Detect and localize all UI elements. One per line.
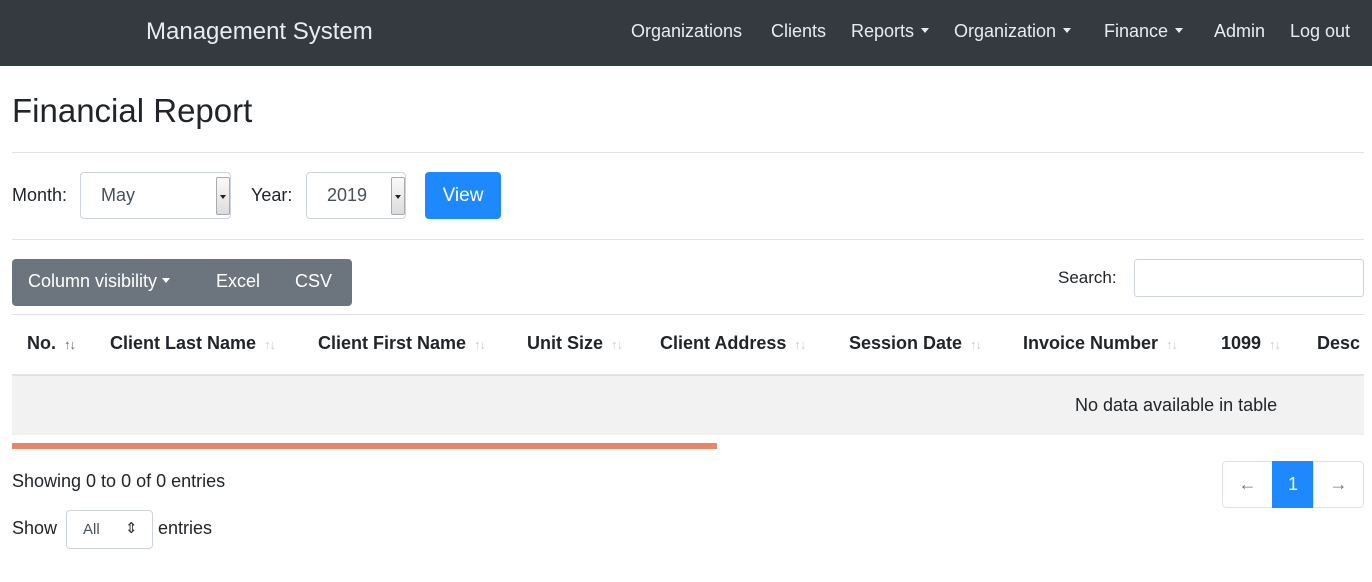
column-header-desc[interactable]: Desc <box>1317 333 1360 354</box>
page-title: Financial Report <box>12 92 253 129</box>
nav-item-organizations[interactable]: Organizations <box>631 21 742 42</box>
up-down-arrows-icon: ⇕ <box>125 520 138 537</box>
caret-down-icon <box>162 278 171 283</box>
export-button-group: Column visibility Excel CSV <box>12 259 352 306</box>
sort-icon: ↑↓ <box>1269 337 1281 352</box>
column-header-unit-size[interactable]: Unit Size ↑↓ <box>527 333 623 354</box>
select-arrow-icon <box>391 177 405 215</box>
sort-icon: ↑↓ <box>794 337 806 352</box>
month-select-value: May <box>101 185 136 205</box>
year-select-value: 2019 <box>327 185 368 205</box>
caret-down-icon <box>921 28 930 33</box>
entries-length-value: All <box>83 521 100 538</box>
table-header: No. ↑↓ Client Last Name ↑↓ Client First Na… <box>12 314 1364 376</box>
pagination-prev-button[interactable]: ← <box>1222 461 1273 508</box>
pagination-page-1-button[interactable]: 1 <box>1272 461 1314 508</box>
pagination-next-button[interactable]: → <box>1313 461 1364 508</box>
nav-item-label: Organization <box>954 21 1057 41</box>
search-input[interactable] <box>1134 259 1364 297</box>
length-suffix-label: entries <box>158 518 213 538</box>
column-header-label: Client Last Name <box>110 333 257 353</box>
length-prefix-label: Show <box>12 518 58 538</box>
column-visibility-label: Column visibility <box>28 271 158 291</box>
excel-button[interactable]: Excel <box>216 271 260 292</box>
empty-table-message: No data available in table <box>1075 395 1278 415</box>
entries-length-select[interactable]: All ⇕ <box>66 510 153 549</box>
nav-item-label: Finance <box>1104 21 1169 41</box>
nav-item-organization[interactable]: Organization <box>954 21 1072 42</box>
nav-item-reports[interactable]: Reports <box>851 21 930 42</box>
search-label: Search: <box>1058 268 1117 287</box>
nav-item-label: Log out <box>1290 21 1351 41</box>
top-navbar: Management System Organizations Clients … <box>0 0 1372 66</box>
view-button[interactable]: View <box>425 172 501 219</box>
sort-icon: ↑↓ <box>264 337 276 352</box>
column-header-label: Desc <box>1317 333 1361 353</box>
divider <box>12 239 1364 240</box>
nav-item-admin[interactable]: Admin <box>1214 21 1265 42</box>
sort-icon: ↑↓ <box>611 337 623 352</box>
column-header-label: 1099 <box>1221 333 1262 353</box>
column-header-label: No. <box>27 333 56 353</box>
year-label: Year: <box>251 185 293 205</box>
sort-icon: ↑↓ <box>970 337 982 352</box>
brand-title[interactable]: Management System <box>146 18 373 46</box>
year-select[interactable]: 2019 <box>306 172 406 219</box>
select-arrow-icon <box>216 177 230 215</box>
nav-item-label: Organizations <box>631 21 743 41</box>
nav-item-clients[interactable]: Clients <box>771 21 826 42</box>
month-select[interactable]: May <box>80 172 231 219</box>
nav-item-logout[interactable]: Log out <box>1290 21 1350 42</box>
table-info: Showing 0 to 0 of 0 entries <box>12 471 226 491</box>
column-header-session-date[interactable]: Session Date ↑↓ <box>849 333 982 354</box>
sort-icon: ↑↓ <box>64 337 76 352</box>
caret-down-icon <box>1175 28 1184 33</box>
column-visibility-button[interactable]: Column visibility <box>28 271 171 292</box>
divider <box>12 152 1364 153</box>
column-header-label: Client Address <box>660 333 787 353</box>
nav-item-label: Admin <box>1214 21 1266 41</box>
column-header-no[interactable]: No. ↑↓ <box>27 333 76 354</box>
horizontal-scrollbar[interactable] <box>12 443 717 449</box>
column-header-invoice-number[interactable]: Invoice Number ↑↓ <box>1023 333 1178 354</box>
column-header-label: Invoice Number <box>1023 333 1159 353</box>
nav-item-label: Reports <box>851 21 915 41</box>
column-header-label: Session Date <box>849 333 963 353</box>
table-row-empty: No data available in table <box>12 376 1364 435</box>
column-header-label: Client First Name <box>318 333 467 353</box>
caret-down-icon <box>1063 28 1072 33</box>
column-header-1099[interactable]: 1099 ↑↓ <box>1221 333 1281 354</box>
column-header-client-address[interactable]: Client Address ↑↓ <box>660 333 806 354</box>
column-header-client-last-name[interactable]: Client Last Name ↑↓ <box>110 333 276 354</box>
column-header-label: Unit Size <box>527 333 604 353</box>
nav-item-finance[interactable]: Finance <box>1104 21 1184 42</box>
sort-icon: ↑↓ <box>1166 337 1178 352</box>
nav-item-label: Clients <box>771 21 827 41</box>
column-header-client-first-name[interactable]: Client First Name ↑↓ <box>318 333 486 354</box>
csv-button[interactable]: CSV <box>295 271 332 292</box>
month-label: Month: <box>12 185 68 205</box>
sort-icon: ↑↓ <box>474 337 486 352</box>
